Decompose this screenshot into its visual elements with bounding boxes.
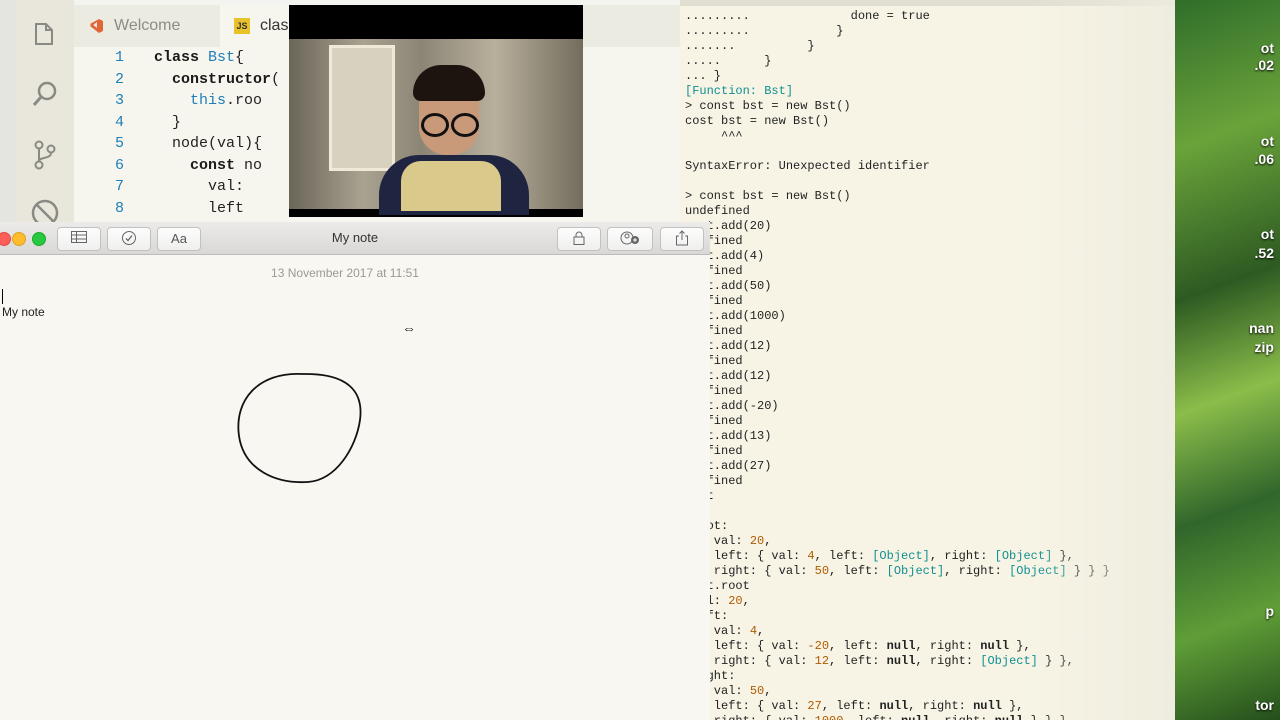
share-icon <box>675 230 689 246</box>
terminal-line: ......... done = true <box>685 9 930 23</box>
terminal-window[interactable]: ......... done = true......... }....... … <box>680 0 1175 720</box>
terminal-line: undefined <box>685 204 750 218</box>
code-text: val: <box>208 178 245 195</box>
terminal-line: ..... } <box>685 54 772 68</box>
desktop-icon-label[interactable]: ot <box>1261 40 1274 56</box>
terminal-line: > const bst = new Bst() <box>685 99 851 113</box>
terminal-line: ......... } <box>685 24 844 38</box>
circle-sketch <box>237 373 362 484</box>
notes-titlebar: Aa My note <box>0 222 710 255</box>
vscode-logo-icon <box>88 18 104 34</box>
tab-bst-file-label: clas <box>260 17 289 34</box>
text-cursor <box>2 289 3 304</box>
desktop-icon-label[interactable]: nan <box>1249 320 1274 336</box>
desktop-icon-label[interactable]: .06 <box>1255 151 1274 167</box>
terminal-line: cost bst = new Bst() <box>685 114 830 128</box>
code-text: const no <box>190 156 263 174</box>
add-people-button[interactable] <box>607 227 653 251</box>
terminal-line: SyntaxError: Unexpected identifier <box>685 159 930 173</box>
source-control-icon[interactable] <box>30 140 60 170</box>
line-number: 2 <box>114 70 124 88</box>
terminal-line: right: { val: 1000, left: null, right: n… <box>685 714 1067 720</box>
add-people-icon <box>619 231 641 246</box>
webcam-person-hair <box>413 65 485 101</box>
line-number: 7 <box>114 178 124 195</box>
line-number: 6 <box>114 156 124 174</box>
desktop-icon-label[interactable]: ot <box>1261 133 1274 149</box>
tab-welcome-label: Welcome <box>114 17 181 34</box>
tab-welcome[interactable]: Welcome <box>74 5 220 47</box>
line-number: 3 <box>114 92 124 109</box>
desktop-icon-label[interactable]: .52 <box>1255 245 1274 261</box>
terminal-line: > const bst = new Bst() <box>685 189 851 203</box>
desktop-icon-label[interactable]: .02 <box>1255 57 1274 73</box>
share-button[interactable] <box>660 227 704 251</box>
code-text: constructor( <box>172 70 281 88</box>
line-number: 5 <box>114 135 124 152</box>
terminal-line: ....... } <box>685 39 815 53</box>
line-number: 1 <box>114 49 124 66</box>
desktop-icon-label[interactable]: p <box>1265 603 1274 619</box>
line-number: 8 <box>114 199 124 217</box>
code-text: } <box>154 113 182 131</box>
terminal-line: right: { val: 12, left: null, right: [Ob… <box>685 654 1074 668</box>
editor-left-edge <box>0 0 17 222</box>
files-icon[interactable] <box>30 20 60 50</box>
webcam-person-glasses <box>421 113 479 137</box>
terminal-line: left: { val: 4, left: [Object], right: [… <box>685 549 1074 563</box>
code-text: class Bst{ <box>154 49 245 66</box>
debug-icon[interactable] <box>30 198 60 222</box>
terminal-line: left: { val: 27, left: null, right: null… <box>685 699 1024 713</box>
terminal-line: [Function: Bst] <box>685 84 794 98</box>
webcam-person-vest <box>401 161 501 211</box>
desktop-icon-label[interactable]: ot <box>1261 226 1274 242</box>
terminal-shade <box>1030 0 1175 720</box>
activity-bar <box>16 0 74 222</box>
search-icon[interactable] <box>30 80 60 110</box>
notes-window[interactable]: Aa My note 13 November 2017 at 11:51 My … <box>0 222 710 720</box>
desktop-icon-label[interactable]: zip <box>1255 339 1274 355</box>
line-number: 4 <box>114 113 124 131</box>
desktop-icon-label[interactable]: tor <box>1255 697 1274 713</box>
terminal-line: left: { val: -20, left: null, right: nul… <box>685 639 1031 653</box>
lock-icon <box>573 231 585 246</box>
note-body[interactable]: My note <box>2 305 45 319</box>
lock-button[interactable] <box>557 227 601 251</box>
note-date: 13 November 2017 at 11:51 <box>271 266 419 280</box>
terminal-line: ... } <box>685 69 722 83</box>
resize-cursor-icon: ⇔ <box>402 320 416 336</box>
webcam-overlay <box>289 5 583 217</box>
code-text: node(val){ <box>172 135 263 152</box>
notes-window-title: My note <box>331 230 379 245</box>
code-text: this.roo <box>190 92 263 109</box>
webcam-door <box>329 45 395 171</box>
terminal-line: ^^^ <box>685 129 743 143</box>
desktop-background: ot .02 ot .06 ot .52 nan zip p tor <box>1170 0 1280 720</box>
code-text: left <box>208 199 245 217</box>
js-file-icon: JS <box>234 18 250 34</box>
